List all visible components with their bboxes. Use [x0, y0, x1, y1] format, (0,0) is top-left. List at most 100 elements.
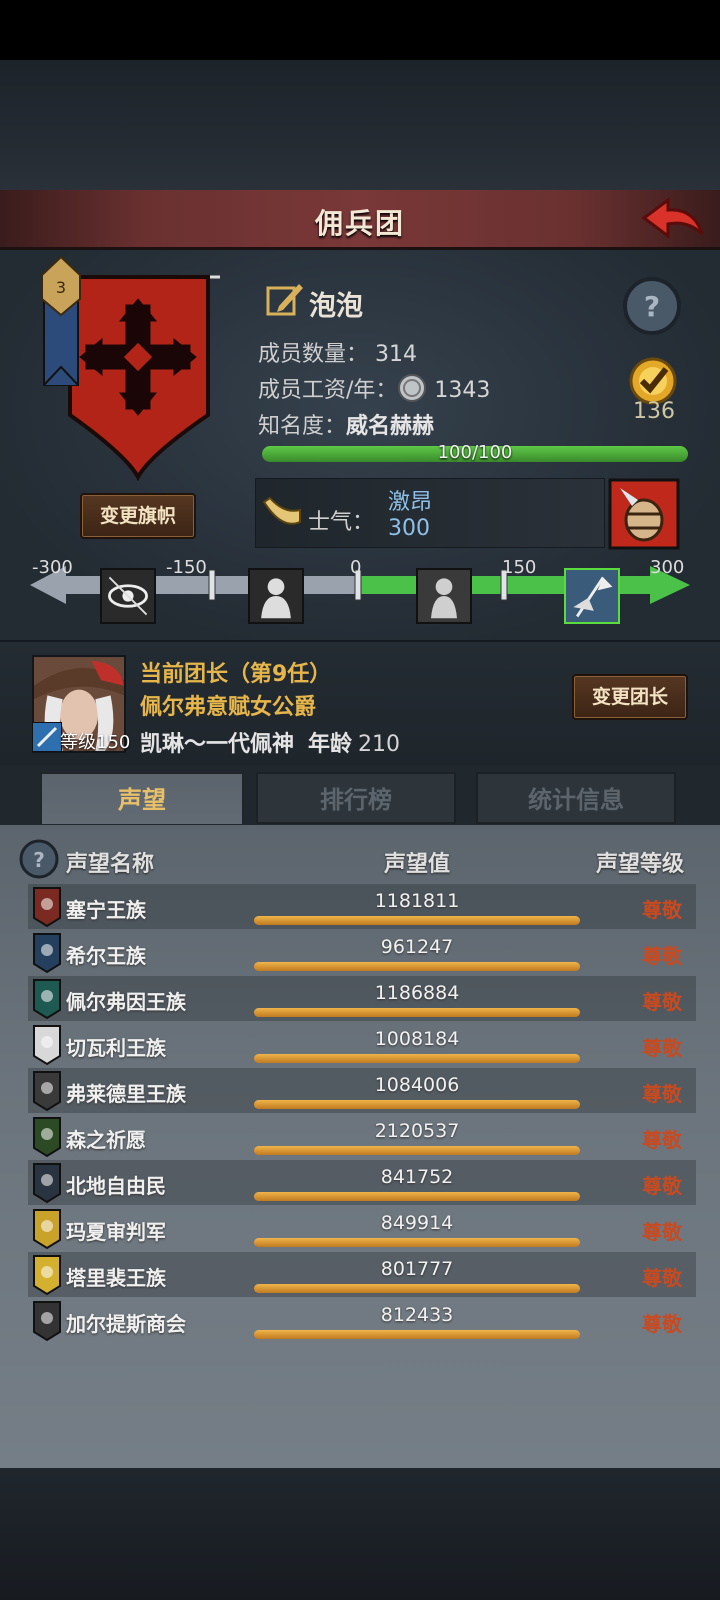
reputation-bar [254, 1330, 580, 1339]
reputation-bar [254, 1192, 580, 1201]
reputation-value: 812433 [380, 1304, 454, 1326]
reputation-level: 尊敬 [642, 1174, 682, 1198]
reputation-bar [254, 1146, 580, 1155]
back-arrow-icon[interactable] [640, 194, 706, 244]
table-row[interactable]: 希尔王族 961247 尊敬 [28, 930, 696, 975]
banner-level-badge: 3 [56, 278, 66, 297]
table-row[interactable]: 佩尔弗因王族 1186884 尊敬 [28, 976, 696, 1021]
faction-name: 塔里裴王族 [66, 1266, 166, 1290]
table-row[interactable]: 北地自由民 841752 尊敬 [28, 1160, 696, 1205]
scale-tick: 300 [650, 557, 685, 578]
reputation-value: 961247 [380, 936, 454, 958]
faction-name: 希尔王族 [66, 944, 146, 968]
reputation-value: 1084006 [374, 1074, 460, 1096]
tab-leaderboard[interactable]: 排行榜 [256, 772, 456, 824]
morale-value: 300 [388, 516, 430, 541]
leader-name: 凯琳～一代佩神 [140, 732, 295, 757]
table-row[interactable]: 加尔提斯商会 812433 尊敬 [28, 1298, 696, 1343]
reputation-value: 1181811 [374, 890, 460, 912]
column-header-level: 声望等级 [596, 852, 685, 877]
calm-figure-icon[interactable] [416, 568, 472, 624]
column-header-name: 声望名称 [66, 852, 155, 877]
reputation-value: 849914 [380, 1212, 454, 1234]
company-name: 泡泡 [309, 291, 363, 322]
help-icon[interactable]: ? [622, 276, 682, 336]
background-bottom [0, 1468, 720, 1600]
reputation-value: 801777 [380, 1258, 454, 1280]
company-banner: 3 [41, 255, 220, 482]
leader-info: 凯琳～一代佩神 年龄 210 [140, 726, 400, 758]
faction-name: 北地自由民 [66, 1174, 166, 1198]
scale-tick: -150 [166, 557, 207, 578]
crying-figure-icon[interactable] [248, 568, 304, 624]
faction-name: 佩尔弗因王族 [66, 990, 186, 1014]
faction-name: 弗莱德里王族 [66, 1082, 186, 1106]
change-flag-button[interactable]: 变更旗帜 [80, 493, 196, 539]
tab-statistics[interactable]: 统计信息 [476, 772, 676, 824]
gold-crown-icon [33, 1255, 61, 1296]
tab-reputation[interactable]: 声望 [40, 772, 244, 824]
reputation-level: 尊敬 [642, 944, 682, 968]
reputation-bar [254, 1100, 580, 1109]
members-stat: 成员数量： 314 [258, 342, 418, 367]
silver-coin-icon [398, 374, 427, 402]
company-name-row: 泡泡 [265, 280, 363, 322]
horn-icon [262, 496, 301, 525]
reputation-bar [254, 1008, 580, 1017]
faction-name: 加尔提斯商会 [66, 1312, 186, 1336]
reputation-level: 尊敬 [642, 990, 682, 1014]
reputation-level: 尊敬 [642, 1128, 682, 1152]
morale-state: 激昂 [388, 490, 433, 515]
status-bar [0, 0, 720, 60]
barrel-icon[interactable] [608, 478, 680, 550]
table-row[interactable]: 塞宁王族 1181811 尊敬 [28, 884, 696, 929]
reputation-level: 尊敬 [642, 1220, 682, 1244]
help-icon[interactable]: ? [18, 838, 60, 880]
wages-stat: 成员工资/年： 1343 [258, 372, 490, 404]
reputation-level: 尊敬 [642, 1036, 682, 1060]
change-leader-button[interactable]: 变更团长 [572, 674, 688, 720]
scale-tick: 150 [502, 557, 537, 578]
table-row[interactable]: 塔里裴王族 801777 尊敬 [28, 1252, 696, 1297]
page-title: 佣兵团 [314, 207, 405, 240]
scale-tick-mark [208, 569, 216, 601]
morale-label: 士气： [308, 510, 375, 535]
faction-name: 森之祈愿 [66, 1128, 146, 1152]
svg-text:?: ? [33, 848, 45, 872]
table-row[interactable]: 森之祈愿 2120537 尊敬 [28, 1114, 696, 1159]
table-row[interactable]: 玛夏审判军 849914 尊敬 [28, 1206, 696, 1251]
leader-rank: 佩尔弗意赋女公爵 [140, 695, 317, 720]
reputation-value: 841752 [380, 1166, 454, 1188]
reputation-level: 尊敬 [642, 1312, 682, 1336]
blue-helm-icon [33, 933, 61, 974]
reputation-bar [254, 1284, 580, 1293]
reputation-bar [254, 916, 580, 925]
scale-tick: -300 [32, 557, 73, 578]
leader-title: 当前团长（第9任） [140, 662, 332, 687]
reputation-level: 尊敬 [642, 1266, 682, 1290]
eye-despair-icon[interactable] [100, 568, 156, 624]
edit-name-icon[interactable] [265, 280, 305, 320]
reputation-level: 尊敬 [642, 898, 682, 922]
table-row[interactable]: 弗莱德里王族 1084006 尊敬 [28, 1068, 696, 1113]
leader-level: 等级150 [60, 732, 131, 753]
skull-face-icon [33, 1071, 61, 1112]
age-label: 年龄 [308, 732, 353, 757]
trophy-count: 136 [633, 399, 675, 424]
reputation-bar [254, 962, 580, 971]
fame-progress-text: 100/100 [437, 442, 513, 463]
reputation-value: 1186884 [374, 982, 460, 1004]
teal-moon-icon [33, 979, 61, 1020]
faction-name: 塞宁王族 [66, 898, 146, 922]
age-value: 210 [358, 732, 401, 757]
scales-icon [33, 1025, 61, 1066]
reputation-level: 尊敬 [642, 1082, 682, 1106]
faction-name: 玛夏审判军 [66, 1220, 166, 1244]
header-bar: 佣兵团 [0, 190, 720, 250]
reputation-bar [254, 1054, 580, 1063]
tree-icon [33, 1117, 61, 1158]
reputation-bar [254, 1238, 580, 1247]
table-row[interactable]: 切瓦利王族 1008184 尊敬 [28, 1022, 696, 1067]
banner-charge-icon[interactable] [564, 568, 620, 624]
fame-stat: 知名度：威名赫赫 [258, 414, 435, 439]
